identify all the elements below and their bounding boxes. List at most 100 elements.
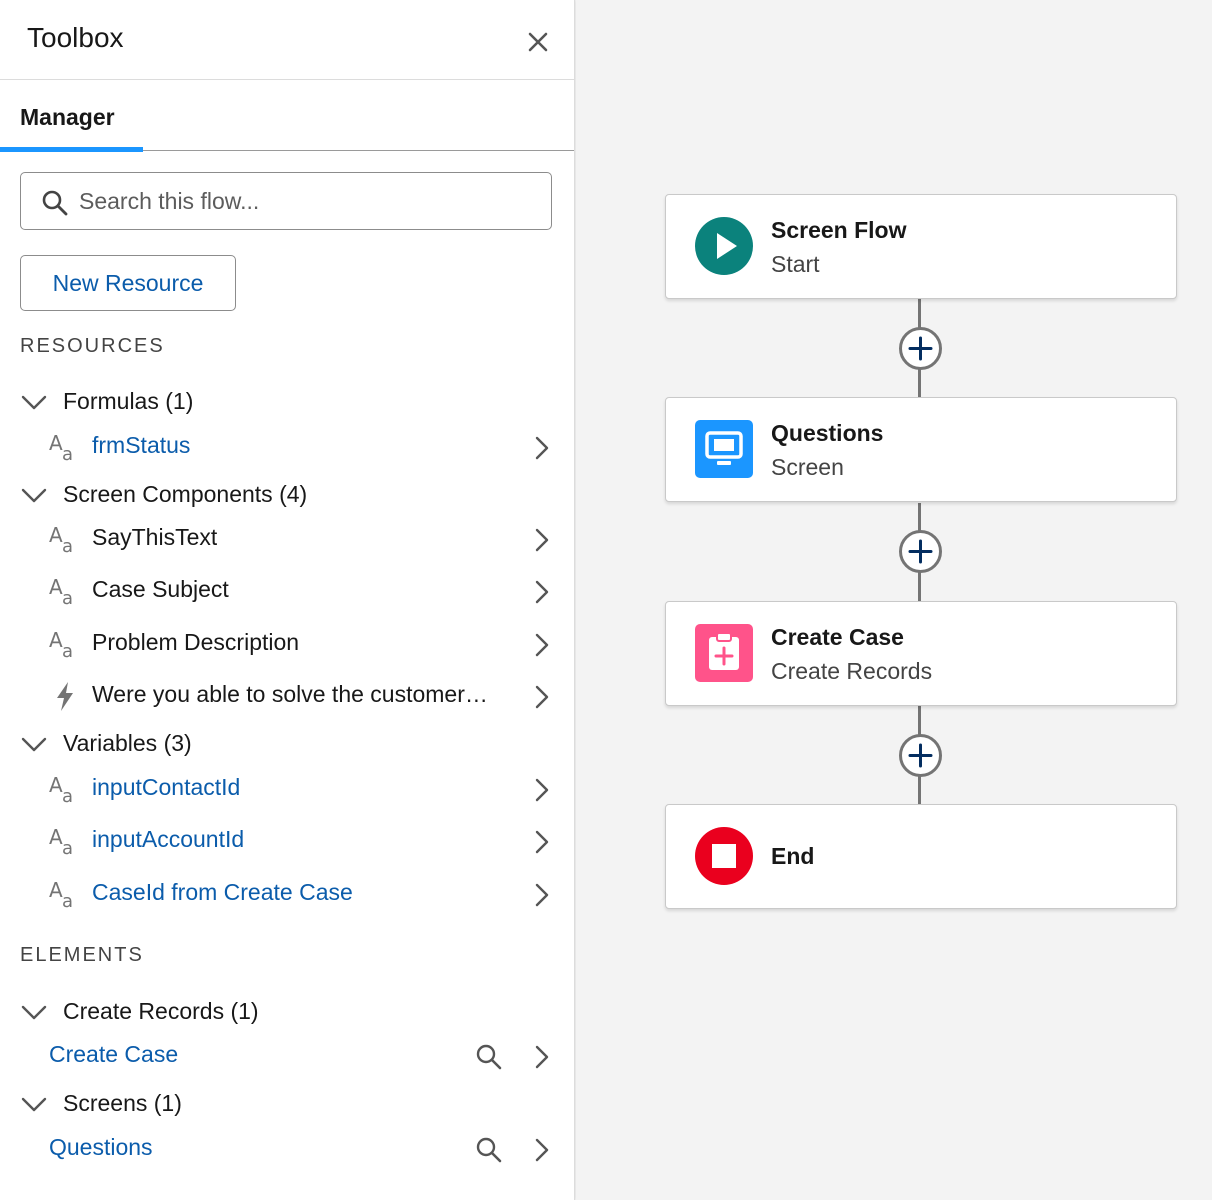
play-icon xyxy=(695,217,753,275)
chevron-down-icon xyxy=(21,1005,47,1020)
svg-text:A: A xyxy=(49,825,63,849)
search-input[interactable] xyxy=(79,175,539,227)
flow-node-start[interactable]: Screen Flow Start xyxy=(665,194,1177,299)
node-title: Create Case xyxy=(771,624,904,650)
node-title: End xyxy=(771,843,815,869)
close-icon xyxy=(528,32,548,52)
text-type-icon: Aa xyxy=(49,523,73,556)
add-element-button[interactable] xyxy=(899,327,942,370)
resource-item-caseid[interactable]: Aa CaseId from Create Case xyxy=(40,869,555,917)
chevron-down-icon xyxy=(21,737,47,752)
elements-section-title: ELEMENTS xyxy=(20,944,144,966)
chevron-down-icon xyxy=(21,488,47,503)
search-icon[interactable] xyxy=(475,1136,503,1164)
flow-node-end[interactable]: End xyxy=(665,804,1177,909)
plus-icon xyxy=(908,743,933,768)
svg-text:a: a xyxy=(62,786,73,806)
toolbox-panel: Toolbox Manager New Resource RESOURCES F… xyxy=(0,0,575,1200)
group-create-records-label: Create Records (1) xyxy=(63,998,259,1024)
add-element-button[interactable] xyxy=(899,530,942,573)
resource-item-label: CaseId from Create Case xyxy=(92,879,353,905)
resources-section-title: RESOURCES xyxy=(20,335,165,357)
resource-item-inputaccountid[interactable]: Aa inputAccountId xyxy=(40,816,555,864)
chevron-right-icon xyxy=(535,580,549,604)
text-type-icon: Aa xyxy=(49,825,73,858)
text-type-icon: Aa xyxy=(49,431,73,464)
toolbox-title: Toolbox xyxy=(27,22,124,53)
tab-manager[interactable]: Manager xyxy=(0,80,143,152)
group-screen-components-label: Screen Components (4) xyxy=(63,481,308,507)
element-item-questions[interactable]: Questions xyxy=(20,1124,555,1172)
chevron-right-icon xyxy=(535,830,549,854)
resource-item-label: Case Subject xyxy=(92,576,229,602)
node-title: Screen Flow xyxy=(771,217,907,243)
element-item-label: Create Case xyxy=(49,1041,179,1067)
chevron-right-icon xyxy=(535,1138,549,1162)
text-type-icon: Aa xyxy=(49,628,73,661)
element-item-create-case[interactable]: Create Case xyxy=(20,1031,555,1079)
svg-text:A: A xyxy=(49,575,63,599)
flow-node-questions[interactable]: Questions Screen xyxy=(665,397,1177,502)
group-screens-label: Screens (1) xyxy=(63,1090,182,1116)
screen-icon xyxy=(695,420,753,478)
chevron-right-icon xyxy=(535,1045,549,1069)
resource-item-saythistext[interactable]: Aa SayThisText xyxy=(40,514,555,562)
svg-text:a: a xyxy=(62,536,73,556)
resource-item-label: inputAccountId xyxy=(92,826,245,852)
chevron-right-icon xyxy=(535,633,549,657)
node-title: Questions xyxy=(771,420,884,446)
group-variables-label: Variables (3) xyxy=(63,730,192,756)
chevron-right-icon xyxy=(535,778,549,802)
resource-item-inputcontactid[interactable]: Aa inputContactId xyxy=(40,764,555,812)
tab-manager-label: Manager xyxy=(20,104,115,130)
chevron-right-icon xyxy=(535,528,549,552)
resource-item-solved-question[interactable]: Were you able to solve the customer… xyxy=(40,671,555,719)
chevron-down-icon xyxy=(21,1097,47,1112)
plus-icon xyxy=(908,336,933,361)
stop-icon xyxy=(695,827,753,885)
chevron-right-icon xyxy=(535,883,549,907)
text-type-icon: Aa xyxy=(49,773,73,806)
lightning-bolt-icon xyxy=(57,682,73,711)
resource-item-label: frmStatus xyxy=(92,432,191,458)
text-type-icon: Aa xyxy=(49,575,73,608)
resource-item-label: Problem Description xyxy=(92,629,300,655)
toolbox-tabs: Manager xyxy=(0,80,574,152)
flow-node-create-case[interactable]: Create Case Create Records xyxy=(665,601,1177,706)
svg-text:a: a xyxy=(62,838,73,858)
search-icon[interactable] xyxy=(475,1043,503,1071)
resource-item-label: SayThisText xyxy=(92,524,218,550)
node-subtitle: Create Records xyxy=(771,658,933,684)
svg-text:A: A xyxy=(49,523,63,547)
svg-text:a: a xyxy=(62,641,73,661)
add-element-button[interactable] xyxy=(899,734,942,777)
resource-item-label: Were you able to solve the customer… xyxy=(92,681,488,707)
resource-item-problem-description[interactable]: Aa Problem Description xyxy=(40,619,555,667)
element-item-label: Questions xyxy=(49,1134,153,1160)
svg-text:A: A xyxy=(49,628,63,652)
resource-item-case-subject[interactable]: Aa Case Subject xyxy=(40,566,555,614)
chevron-right-icon xyxy=(535,436,549,460)
toolbox-header: Toolbox xyxy=(0,0,574,80)
new-resource-button[interactable]: New Resource xyxy=(20,255,236,311)
node-subtitle: Screen xyxy=(771,454,844,480)
search-box xyxy=(20,172,552,230)
svg-text:A: A xyxy=(49,773,63,797)
svg-text:A: A xyxy=(49,431,63,455)
record-create-icon xyxy=(695,624,753,682)
plus-icon xyxy=(908,539,933,564)
tab-active-indicator xyxy=(0,147,143,152)
close-toolbox-button[interactable] xyxy=(522,26,554,58)
flow-canvas[interactable] xyxy=(576,0,1212,1200)
resource-item-frmstatus[interactable]: Aa frmStatus xyxy=(40,422,555,470)
svg-text:A: A xyxy=(49,878,63,902)
chevron-down-icon xyxy=(21,395,47,410)
node-subtitle: Start xyxy=(771,251,820,277)
svg-text:a: a xyxy=(62,588,73,608)
resource-item-label: inputContactId xyxy=(92,774,241,800)
chevron-right-icon xyxy=(535,685,549,709)
search-icon xyxy=(42,190,68,216)
svg-text:a: a xyxy=(62,891,73,911)
svg-text:a: a xyxy=(62,444,73,464)
group-formulas-label: Formulas (1) xyxy=(63,388,194,414)
